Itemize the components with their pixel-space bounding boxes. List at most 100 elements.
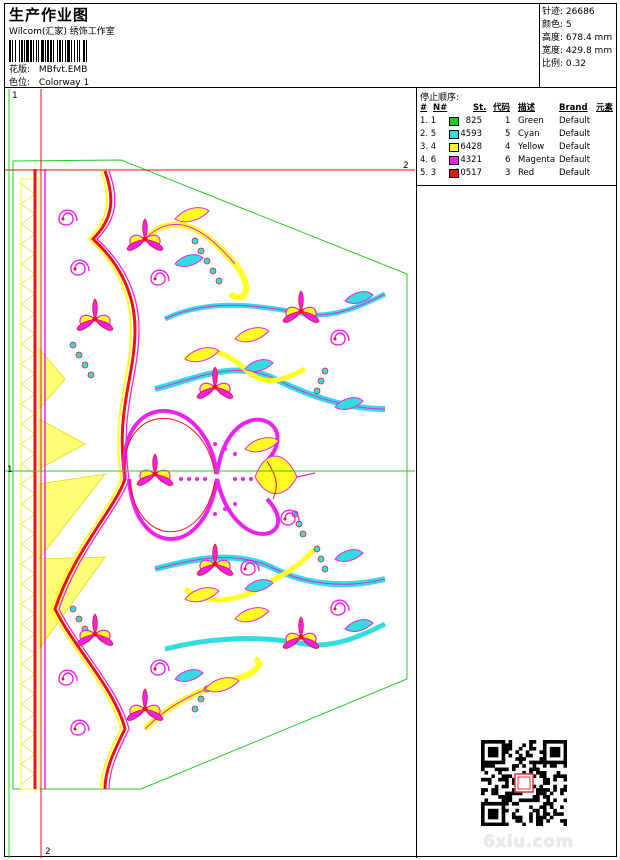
qr-module (529, 815, 533, 820)
qr-module (508, 791, 513, 796)
qr-module (505, 795, 509, 799)
qr-module (532, 764, 537, 768)
qr-module (505, 746, 509, 751)
stop-brand: Default (559, 129, 591, 139)
qr-module (546, 812, 550, 816)
qr-module (501, 822, 506, 826)
qr-module (487, 753, 492, 758)
color-swatch (449, 130, 459, 139)
qr-module (484, 760, 489, 765)
qr-module (481, 808, 485, 813)
qr-module (515, 819, 520, 823)
qr-module (491, 812, 495, 816)
qr-module (532, 760, 537, 765)
stop-color-name: Magenta (518, 155, 556, 165)
ruler-marker-left-center: 1 (7, 465, 13, 475)
qr-module (494, 815, 499, 820)
qr-module (553, 740, 557, 744)
qr-module (549, 801, 554, 806)
qr-module (491, 808, 495, 813)
stop-brand: Default (559, 142, 591, 152)
qr-module (560, 812, 564, 816)
ruler-marker-right: 2 (403, 161, 409, 171)
qr-module (481, 764, 485, 768)
qr-module (546, 795, 550, 799)
qr-module (542, 781, 547, 785)
qr-module (491, 788, 495, 792)
qr-module (560, 760, 564, 765)
design-scale-value: 0.32 (565, 59, 586, 69)
qr-module (505, 808, 509, 813)
qr-module (532, 746, 537, 751)
qr-module (481, 743, 485, 748)
qr-module (556, 746, 561, 751)
qr-module (508, 795, 513, 799)
stop-color-code: 6 (505, 155, 511, 165)
qr-module (491, 746, 495, 751)
qr-module (529, 767, 533, 772)
qr-module (542, 801, 547, 806)
qr-module (532, 798, 537, 803)
qr-module (505, 784, 509, 789)
qr-module (536, 808, 540, 813)
qr-module (542, 770, 547, 775)
qr-module (501, 774, 506, 779)
qr-module (546, 801, 550, 806)
qr-module (508, 743, 513, 748)
qr-module (494, 753, 499, 758)
qr-module (487, 777, 492, 782)
qr-module (542, 808, 547, 813)
qr-module (505, 767, 509, 772)
qr-module (542, 750, 547, 754)
header-description: 描述 (518, 103, 536, 113)
qr-module (536, 798, 540, 803)
qr-module (501, 740, 506, 744)
qr-module (539, 774, 544, 779)
qr-module (501, 808, 506, 813)
stop-sequence-rows: 1. 1 825 1 Green Default 2. 5 4593 5 Cyan Default… (417, 115, 617, 180)
qr-module (487, 764, 492, 768)
stitch-count-label: 针迹: (542, 7, 564, 17)
qr-module (539, 805, 544, 809)
qr-module (511, 767, 516, 772)
qr-module (491, 753, 495, 758)
qr-module (491, 822, 495, 826)
qr-module (484, 764, 489, 768)
qr-code (481, 740, 567, 826)
qr-module (556, 740, 561, 744)
qr-module (546, 777, 550, 782)
qr-module (522, 822, 526, 826)
stop-color-code: 4 (505, 142, 511, 152)
qr-module (505, 777, 509, 782)
qr-module (501, 750, 506, 754)
qr-module (494, 746, 499, 751)
qr-module (501, 784, 506, 789)
qr-module (494, 750, 499, 754)
qr-module (556, 750, 561, 754)
qr-module (522, 743, 526, 748)
qr-module (498, 777, 502, 782)
qr-module (494, 812, 499, 816)
ruler-marker-bottom: 2 (45, 847, 51, 857)
qr-module (491, 750, 495, 754)
qr-module (553, 798, 557, 803)
qr-module (546, 760, 550, 765)
stop-sequence-row: 3. 4 6428 4 Yellow Default (417, 141, 617, 154)
qr-module (481, 805, 485, 809)
qr-module (494, 788, 499, 792)
colorway-row: 色位: Colorway 1 (9, 75, 89, 88)
qr-module (505, 781, 509, 785)
qr-module (501, 798, 506, 803)
qr-module (542, 791, 547, 796)
qr-module (494, 740, 499, 744)
qr-module (553, 753, 557, 758)
qr-module (484, 777, 489, 782)
qr-module (532, 740, 537, 744)
qr-module (529, 798, 533, 803)
qr-module (549, 764, 554, 768)
qr-module (539, 784, 544, 789)
qr-module (515, 801, 520, 806)
barcode-bar (87, 40, 89, 62)
qr-module (560, 740, 564, 744)
qr-module (505, 801, 509, 806)
